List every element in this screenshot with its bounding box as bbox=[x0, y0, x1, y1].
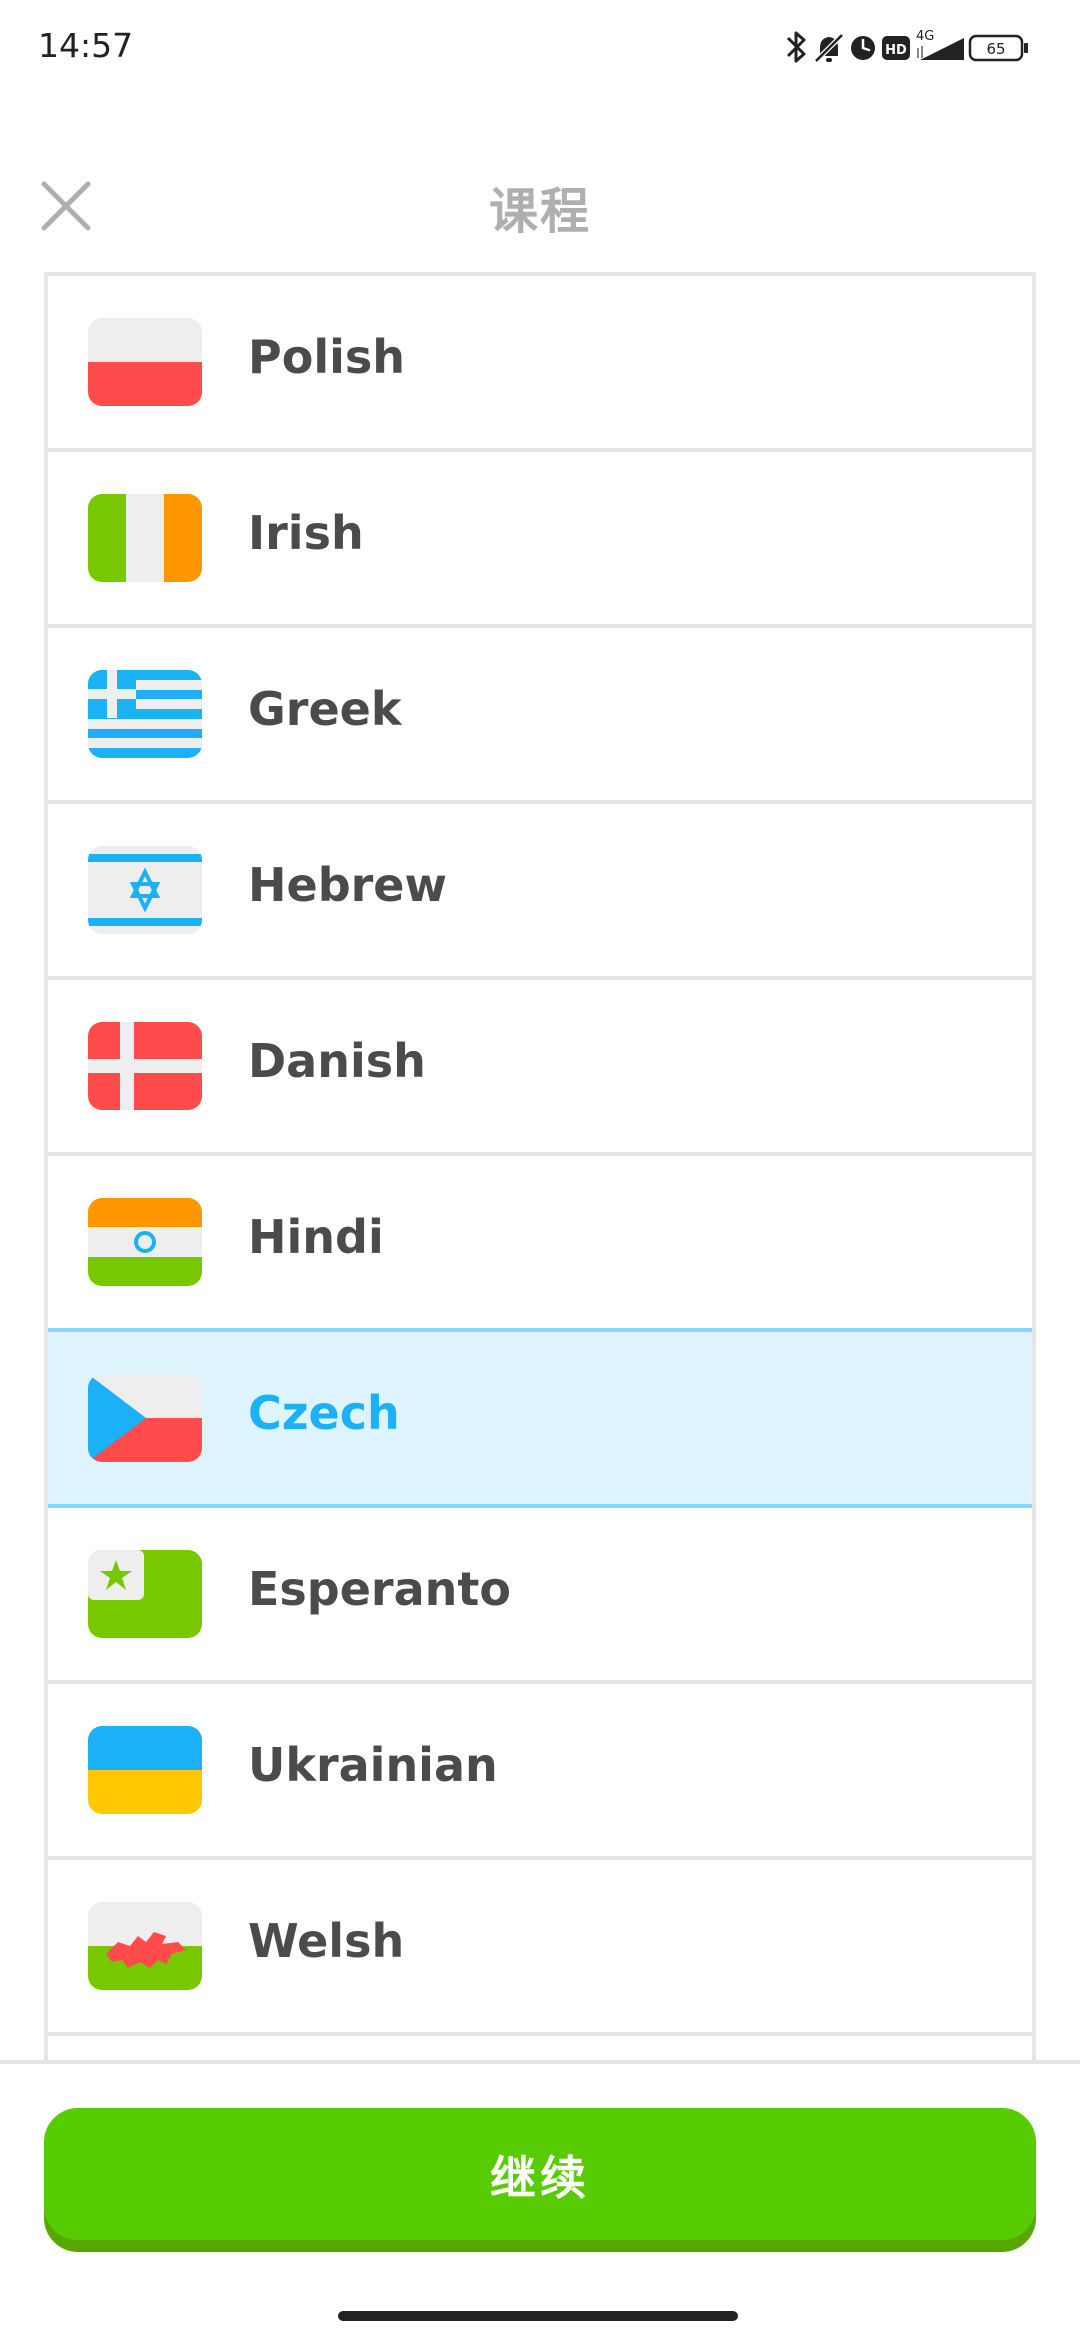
course-name: Welsh bbox=[248, 1914, 405, 1968]
ukraine-flag-icon bbox=[88, 1726, 202, 1814]
israel-flag-icon bbox=[88, 846, 202, 934]
battery-icon: 65 bbox=[968, 34, 1028, 62]
course-name: Esperanto bbox=[248, 1562, 511, 1616]
course-row-welsh[interactable]: Welsh bbox=[48, 1860, 1032, 2036]
course-row-hebrew[interactable]: Hebrew bbox=[48, 804, 1032, 980]
header: 课程 bbox=[0, 150, 1080, 260]
course-name: Polish bbox=[248, 330, 405, 384]
course-row-ukrainian[interactable]: Ukrainian bbox=[48, 1684, 1032, 1860]
course-picker-screen: 14:57 HD 4G 65 课程 Polish Irish Greek Heb… bbox=[0, 0, 1080, 2340]
course-row-czech[interactable]: Czech bbox=[48, 1328, 1032, 1508]
course-row-irish[interactable]: Irish bbox=[48, 452, 1032, 628]
wales-flag-icon bbox=[88, 1902, 202, 1990]
alarm-icon bbox=[851, 36, 875, 60]
esperanto-flag-icon bbox=[88, 1550, 202, 1638]
course-row-greek[interactable]: Greek bbox=[48, 628, 1032, 804]
continue-button[interactable]: 继续 bbox=[44, 2108, 1036, 2240]
course-row-partial[interactable] bbox=[48, 2036, 1032, 2060]
course-row-danish[interactable]: Danish bbox=[48, 980, 1032, 1156]
course-row-hindi[interactable]: Hindi bbox=[48, 1156, 1032, 1332]
signal-icon: 4G bbox=[916, 29, 964, 60]
status-icons: HD 4G 65 bbox=[786, 29, 1028, 63]
home-indicator[interactable] bbox=[338, 2311, 738, 2321]
course-name: Greek bbox=[248, 682, 402, 736]
greece-flag-icon bbox=[88, 670, 202, 758]
india-flag-icon bbox=[88, 1198, 202, 1286]
course-row-polish[interactable]: Polish bbox=[48, 276, 1032, 452]
czech-flag-icon bbox=[88, 1374, 202, 1462]
svg-text:HD: HD bbox=[885, 43, 907, 58]
page-title: 课程 bbox=[488, 183, 591, 240]
poland-flag-icon bbox=[88, 318, 202, 406]
denmark-flag-icon bbox=[88, 1022, 202, 1110]
ireland-flag-icon bbox=[88, 494, 202, 582]
mute-icon bbox=[814, 33, 844, 63]
course-name: Danish bbox=[248, 1034, 426, 1088]
course-name: Czech bbox=[248, 1386, 400, 1440]
footer: 继续 bbox=[0, 2064, 1080, 2340]
course-name: Hindi bbox=[248, 1210, 384, 1264]
course-list[interactable]: Polish Irish Greek Hebrew Danish Hindi C… bbox=[44, 272, 1036, 2060]
continue-label: 继续 bbox=[490, 2151, 590, 2205]
course-name: Hebrew bbox=[248, 858, 448, 912]
course-name: Ukrainian bbox=[248, 1738, 498, 1792]
status-bar: 14:57 HD 4G 65 bbox=[0, 0, 1080, 96]
hd-icon: HD bbox=[882, 36, 910, 60]
status-time: 14:57 bbox=[38, 26, 134, 65]
svg-text:65: 65 bbox=[986, 40, 1005, 58]
bluetooth-icon bbox=[786, 31, 806, 63]
svg-text:4G: 4G bbox=[916, 29, 934, 44]
course-name: Irish bbox=[248, 506, 364, 560]
course-row-esperanto[interactable]: Esperanto bbox=[48, 1508, 1032, 1684]
